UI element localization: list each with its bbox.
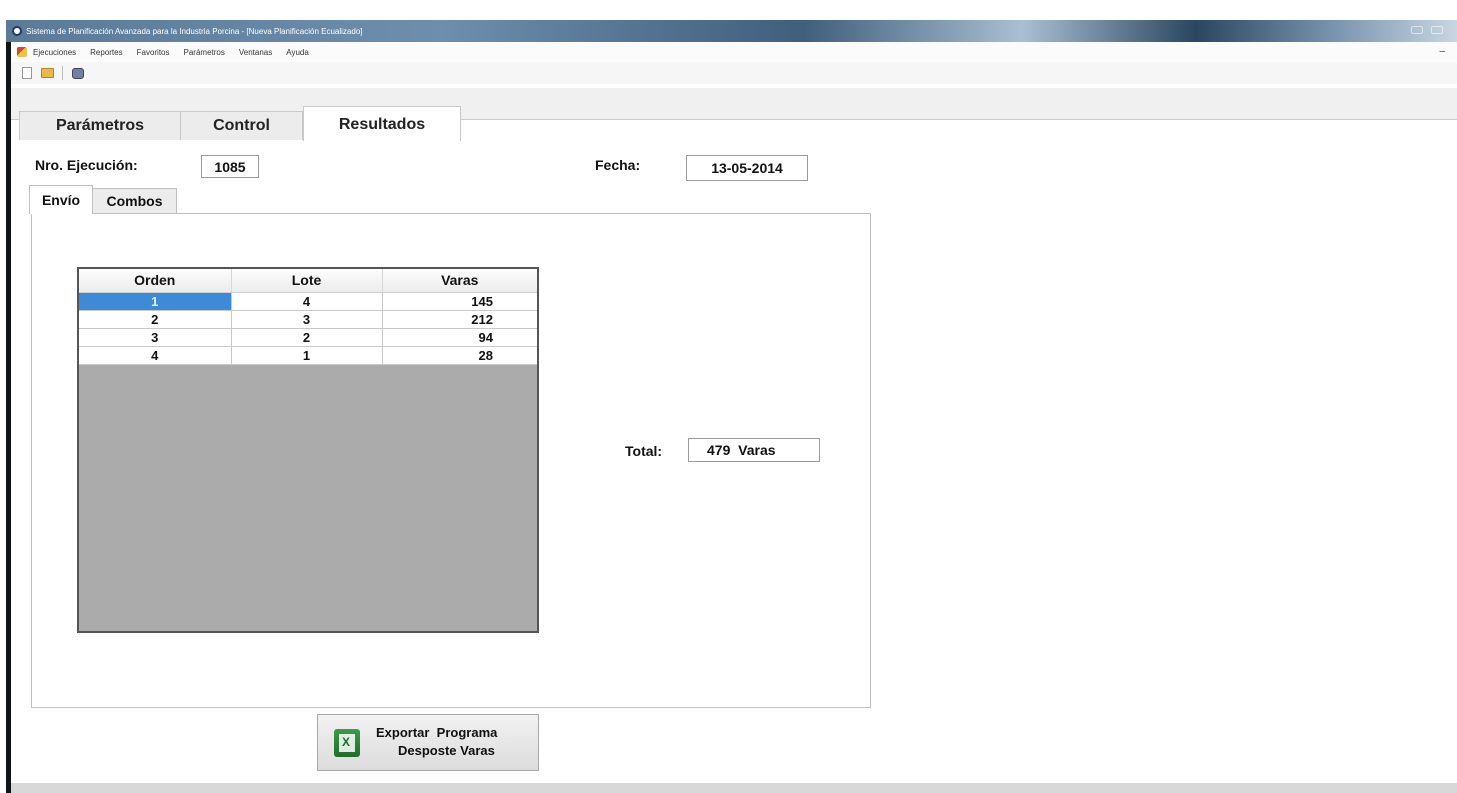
status-bar <box>11 783 1457 793</box>
table-row[interactable]: 3 2 94 <box>79 328 537 347</box>
export-label-line2: Desposte Varas <box>398 743 495 758</box>
grid-cell-lote[interactable]: 2 <box>231 328 383 347</box>
grid-cell-orden[interactable]: 2 <box>79 310 232 329</box>
toolbar <box>11 62 1457 84</box>
restore-icon[interactable] <box>1431 26 1443 34</box>
mdi-minimize-icon[interactable]: – <box>1439 46 1445 57</box>
toolbar-separator <box>62 66 63 80</box>
grid-cell-lote[interactable]: 1 <box>231 346 383 365</box>
column-header-orden[interactable]: Orden <box>79 269 232 293</box>
tab-envio[interactable]: Envío <box>29 185 93 214</box>
table-row[interactable]: 4 1 28 <box>79 346 537 365</box>
grid-cell-orden[interactable]: 3 <box>79 328 232 347</box>
grid-header-row: Orden Lote Varas <box>79 269 537 293</box>
fecha-label: Fecha: <box>595 157 641 173</box>
envio-grid[interactable]: Orden Lote Varas 1 4 145 2 3 212 3 2 94 … <box>77 267 539 633</box>
table-row[interactable]: 2 3 212 <box>79 310 537 329</box>
table-row[interactable]: 1 4 145 <box>79 292 537 311</box>
column-header-varas[interactable]: Varas <box>382 269 537 293</box>
tab-resultados[interactable]: Resultados <box>303 106 461 141</box>
open-folder-icon <box>40 68 54 78</box>
ejecucion-label: Nro. Ejecución: <box>35 157 138 173</box>
menu-bar: Ejecuciones Reportes Favoritos Parámetro… <box>11 42 1457 62</box>
fecha-field[interactable]: 13-05-2014 <box>686 155 808 181</box>
grid-cell-orden[interactable]: 4 <box>79 346 232 365</box>
grid-cell-varas[interactable]: 28 <box>382 346 537 365</box>
menu-parametros[interactable]: Parámetros <box>184 48 225 57</box>
menu-favoritos[interactable]: Favoritos <box>137 48 170 57</box>
new-document-button[interactable] <box>19 65 35 81</box>
menu-ayuda[interactable]: Ayuda <box>286 48 309 57</box>
menu-reportes[interactable]: Reportes <box>90 48 122 57</box>
ejecucion-field[interactable]: 1085 <box>201 155 259 178</box>
print-icon <box>72 67 84 79</box>
mdi-child-icon[interactable] <box>17 47 27 57</box>
grid-cell-varas[interactable]: 94 <box>382 328 537 347</box>
grid-cell-varas[interactable]: 212 <box>382 310 537 329</box>
total-field[interactable]: 479 Varas <box>688 438 820 462</box>
column-header-lote[interactable]: Lote <box>231 269 383 293</box>
minimize-icon[interactable] <box>1411 26 1423 34</box>
open-folder-button[interactable] <box>39 65 55 81</box>
app-icon <box>12 26 22 36</box>
tab-combos[interactable]: Combos <box>93 188 177 213</box>
export-label-line1: Exportar Programa <box>376 725 498 740</box>
grid-cell-lote[interactable]: 4 <box>231 292 383 311</box>
export-desposte-button[interactable]: Exportar Programa Desposte Varas <box>317 714 539 771</box>
menu-ejecuciones[interactable]: Ejecuciones <box>33 48 76 57</box>
total-label: Total: <box>625 443 663 459</box>
grid-cell-orden[interactable]: 1 <box>79 292 232 311</box>
tab-control[interactable]: Control <box>181 111 303 140</box>
excel-icon <box>334 729 360 757</box>
grid-table: Orden Lote Varas 1 4 145 2 3 212 3 2 94 … <box>79 269 537 365</box>
window-controls <box>1411 26 1443 34</box>
menu-ventanas[interactable]: Ventanas <box>239 48 272 57</box>
new-document-icon <box>22 67 32 79</box>
tab-parametros[interactable]: Parámetros <box>19 111 181 140</box>
title-bar[interactable]: Sistema de Planificación Avanzada para l… <box>6 20 1457 42</box>
grid-cell-varas[interactable]: 145 <box>382 292 537 311</box>
print-button[interactable] <box>70 65 86 81</box>
grid-cell-lote[interactable]: 3 <box>231 310 383 329</box>
window-title: Sistema de Planificación Avanzada para l… <box>26 26 363 36</box>
app-window: Sistema de Planificación Avanzada para l… <box>6 20 1457 793</box>
